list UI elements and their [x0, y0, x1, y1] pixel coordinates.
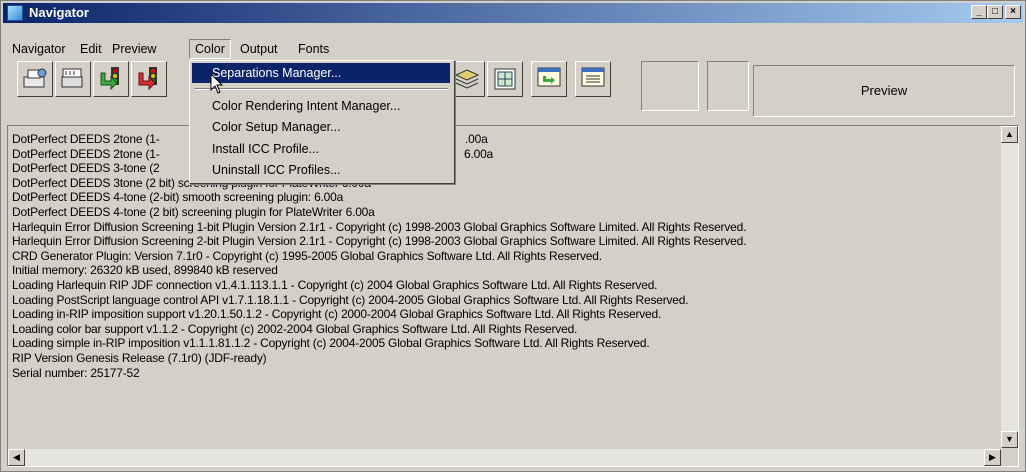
log-line: Initial memory: 26320 kB used, 899840 kB… — [12, 263, 278, 278]
window-title: Navigator — [29, 5, 89, 20]
scroll-down-button[interactable]: ▼ — [1001, 431, 1018, 448]
traffic-light-green-arrow-icon — [100, 67, 119, 91]
status-panel — [641, 61, 699, 111]
log-line-tail: 6.00a — [464, 146, 494, 161]
traffic-light-red-arrow-icon — [138, 67, 157, 91]
menu-output[interactable]: Output — [235, 39, 283, 59]
minimize-button[interactable]: _ — [971, 5, 987, 19]
log-line: Loading in-RIP imposition support v1.20.… — [12, 307, 662, 322]
log-line: CRD Generator Plugin: Version 7.1r0 - Co… — [12, 248, 602, 263]
menu-item-separations-manager[interactable]: Separations Manager... — [192, 63, 450, 83]
print-job-button[interactable] — [17, 61, 53, 97]
navigator-app-icon — [7, 5, 23, 21]
monitor-list-icon — [581, 67, 605, 87]
navigator-window: Navigator _ □ × Navigator Edit Preview C… — [0, 0, 1026, 472]
stop-queue-button[interactable] — [131, 61, 167, 97]
log-line: DotPerfect DEEDS 4-tone (2-bit) smooth s… — [12, 190, 344, 205]
color-menu-dropdown: Separations Manager... Color Rendering I… — [189, 60, 455, 184]
maximize-button[interactable]: □ — [987, 5, 1003, 19]
menu-bar: Navigator Edit Preview Color Output Font… — [3, 39, 1023, 59]
log-line: Harlequin Error Diffusion Screening 1-bi… — [12, 219, 747, 234]
log-line: DotPerfect DEEDS 3-tone (2 — [12, 161, 160, 176]
menu-item-install-icc-profile[interactable]: Install ICC Profile... — [192, 139, 450, 159]
tape-printer-button[interactable] — [55, 61, 91, 97]
log-line: DotPerfect DEEDS 4-tone (2 bit) screenin… — [12, 204, 375, 219]
scroll-right-button[interactable]: ▶ — [984, 449, 1001, 466]
mouse-cursor-icon — [210, 73, 224, 94]
book-stack-icon — [454, 69, 480, 89]
log-line: Loading simple in-RIP imposition v1.1.1.… — [12, 336, 650, 351]
log-line-tail: .00a — [465, 132, 488, 146]
scroll-up-button[interactable]: ▲ — [1001, 126, 1018, 143]
monitor-list-button[interactable] — [575, 61, 611, 97]
menu-item-color-rendering-intent-manager[interactable]: Color Rendering Intent Manager... — [192, 96, 450, 116]
log-line: Loading color bar support v1.1.2 - Copyr… — [12, 321, 578, 336]
log-line: DotPerfect DEEDS 2tone (1- .00a — [12, 132, 488, 146]
log-lines: DotPerfect DEEDS 2tone (1- .00a DotPerfect… — [12, 132, 996, 380]
menu-item-uninstall-icc-profiles[interactable]: Uninstall ICC Profiles... — [192, 160, 450, 180]
vertical-scrollbar[interactable]: ▲ ▼ — [1001, 126, 1018, 448]
menu-edit[interactable]: Edit — [75, 39, 107, 59]
monitor-arrow-button[interactable] — [531, 61, 567, 97]
menu-item-color-setup-manager[interactable]: Color Setup Manager... — [192, 117, 450, 137]
monitor-arrow-icon — [537, 67, 561, 87]
menu-separator — [194, 88, 448, 90]
menu-preview[interactable]: Preview — [107, 39, 161, 59]
preview-panel[interactable]: Preview — [753, 65, 1015, 117]
menu-color[interactable]: Color — [189, 39, 231, 59]
title-bar[interactable]: Navigator _ □ × — [3, 3, 1023, 23]
menu-fonts[interactable]: Fonts — [293, 39, 334, 59]
calculator-icon — [494, 68, 516, 90]
scroll-left-button[interactable]: ◀ — [8, 449, 25, 466]
log-line: Loading Harlequin RIP JDF connection v1.… — [12, 277, 658, 292]
horizontal-scrollbar[interactable]: ◀ ▶ — [8, 449, 1001, 466]
print-job-icon — [23, 68, 47, 88]
menu-navigator[interactable]: Navigator — [7, 39, 71, 59]
log-output: DotPerfect DEEDS 2tone (1- .00a DotPerfect… — [7, 125, 1019, 467]
calculator-button[interactable] — [487, 61, 523, 97]
start-queue-button[interactable] — [93, 61, 129, 97]
status-panel-2 — [707, 61, 749, 111]
scrollbar-corner — [1001, 449, 1018, 466]
log-line: DotPerfect DEEDS 2tone (1- 6.00a — [12, 146, 494, 161]
close-button[interactable]: × — [1005, 5, 1021, 19]
tape-printer-icon — [61, 68, 83, 88]
log-line: Loading PostScript language control API … — [12, 292, 689, 307]
log-line: Serial number: 25177-52 — [12, 365, 140, 380]
log-line: RIP Version Genesis Release (7.1r0) (JDF… — [12, 350, 267, 365]
log-line: DotPerfect DEEDS 3tone (2 bit) screening… — [12, 175, 371, 190]
log-line: Harlequin Error Diffusion Screening 2-bi… — [12, 234, 747, 249]
